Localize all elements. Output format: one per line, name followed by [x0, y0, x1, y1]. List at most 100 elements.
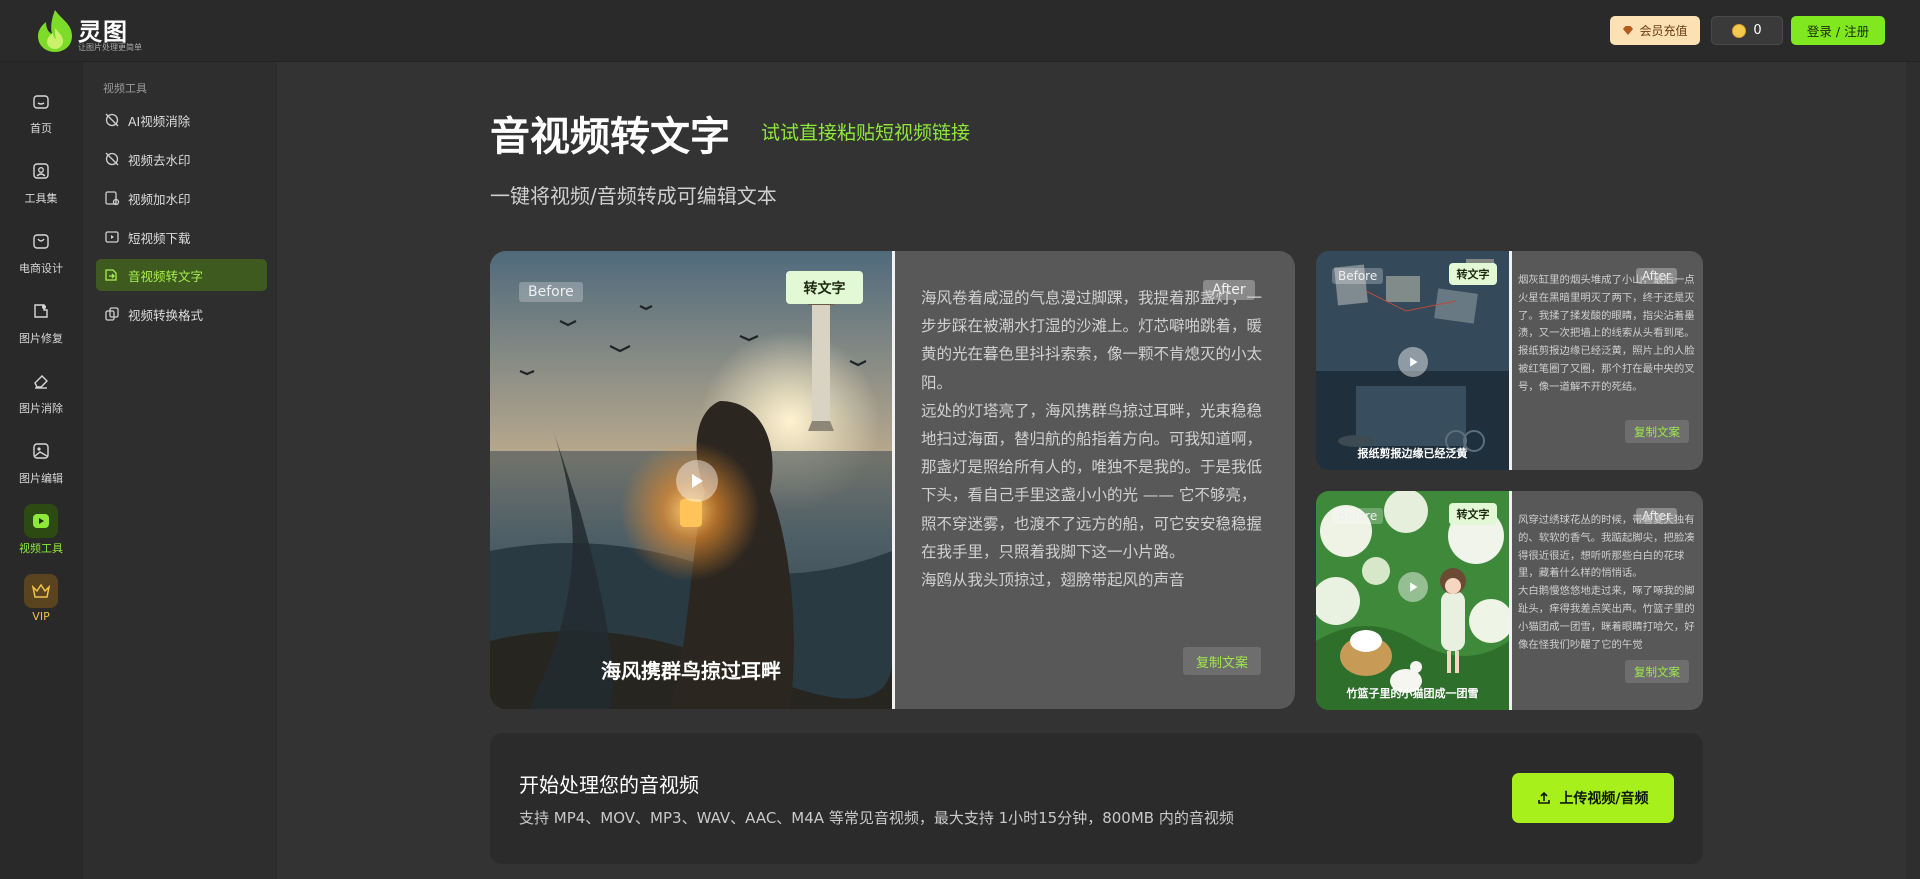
page-title: 音视频转文字	[490, 114, 730, 160]
remove-watermark-icon	[105, 152, 119, 166]
transcript-paragraph: 海鸥从我头顶掠过，翅膀带起风的声音	[921, 571, 1185, 590]
subnav-item-ai-erase[interactable]: AI视频消除	[96, 104, 267, 136]
compare-divider[interactable]	[1509, 251, 1512, 470]
logo[interactable]: 灵图 让图片处理更简单	[34, 8, 144, 54]
subnav-label: 视频加水印	[128, 191, 191, 207]
subnav-item-transcribe[interactable]: 音视频转文字	[96, 259, 267, 291]
before-tag: Before	[1332, 268, 1384, 284]
demo-image-garden-girl: Before 转文字 竹篮子里的小猫团成一团雪	[1316, 491, 1509, 710]
subnav-item-convert-format[interactable]: 视频转换格式	[96, 298, 267, 330]
transcribe-tag: 转文字	[1449, 503, 1497, 525]
copy-text-button[interactable]: 复制文案	[1183, 647, 1261, 675]
demo-image-detective-desk: Before 转文字 报纸剪报边缘已经泛黄	[1316, 251, 1509, 470]
login-register-button[interactable]: 登录 / 注册	[1791, 16, 1885, 45]
before-tag: Before	[519, 282, 583, 302]
play-icon	[1409, 357, 1417, 367]
upload-button-label: 上传视频/音频	[1559, 791, 1649, 807]
coin-balance-button[interactable]: 0	[1711, 16, 1783, 45]
play-button[interactable]	[1398, 347, 1428, 377]
upload-description: 支持 MP4、MOV、MP3、WAV、AAC、M4A 等常见音视频，最大支持 1…	[519, 809, 1234, 827]
upload-title: 开始处理您的音视频	[519, 773, 699, 797]
rail-label: 电商设计	[19, 262, 63, 275]
play-button[interactable]	[1398, 572, 1428, 602]
rail-label: 图片修复	[19, 332, 63, 345]
shopping-bag-icon	[24, 224, 58, 258]
rail-item-toolbox[interactable]: 工具集	[0, 154, 82, 210]
subnav-title: 视频工具	[103, 82, 147, 95]
transcript-paragraph: 海风卷着咸湿的气息漫过脚踝，我提着那盏灯，一步步踩在被潮水打湿的沙滩上。灯芯噼啪…	[921, 289, 1263, 392]
eraser-icon	[24, 364, 58, 398]
toolbox-icon	[24, 154, 58, 188]
rail-item-video-tools[interactable]: 视频工具	[0, 504, 82, 560]
subnav-label: AI视频消除	[128, 113, 191, 129]
top-bar: 灵图 让图片处理更简单 会员充值 0 登录 / 注册	[0, 0, 1920, 62]
coin-count: 0	[1753, 23, 1762, 38]
compare-divider[interactable]	[892, 251, 895, 709]
upload-icon	[1538, 791, 1551, 804]
paste-link-hint[interactable]: 试试直接粘贴短视频链接	[761, 118, 970, 145]
page-subtitle: 一键将视频/音频转成可编辑文本	[490, 184, 777, 208]
copy-text-button[interactable]: 复制文案	[1625, 660, 1689, 683]
transcript-paragraph: 大白鹅慢悠悠地走过来，啄了啄我的脚趾头，痒得我差点笑出声。竹篮子里的小猫团成一团…	[1518, 585, 1695, 651]
image-repair-icon	[24, 294, 58, 328]
demo-card-small-2: Before 转文字 竹篮子里的小猫团成一团雪 After 风穿过绣球花丛的时候…	[1316, 491, 1703, 710]
rail-item-image-erase[interactable]: 图片消除	[0, 364, 82, 420]
demo-image-lighthouse: Before 转文字 海风携群鸟掠过耳畔	[490, 251, 892, 709]
crown-icon	[24, 574, 58, 608]
left-rail: 首页 工具集 电商设计 图片修复 图片消除 图片编辑 视频工具 VIP	[0, 62, 82, 879]
rail-item-image-edit[interactable]: 图片编辑	[0, 434, 82, 490]
rail-label: VIP	[32, 610, 50, 623]
vip-recharge-label: 会员充值	[1639, 24, 1688, 38]
transcript-paragraph: 烟灰缸里的烟头堆成了小山，最后一点火星在黑暗里明灭了两下，终于还是灭了。我揉了揉…	[1518, 274, 1695, 340]
rail-label: 视频工具	[19, 542, 63, 555]
sub-nav: 视频工具 AI视频消除 视频去水印 视频加水印 短视频下载 音视频转文字 视频转…	[82, 62, 277, 879]
compare-divider[interactable]	[1509, 491, 1512, 710]
rail-item-home[interactable]: 首页	[0, 84, 82, 140]
rail-label: 首页	[30, 122, 52, 135]
video-icon	[24, 504, 58, 538]
video-download-icon	[105, 231, 119, 243]
play-button[interactable]	[676, 460, 718, 502]
subnav-item-add-watermark[interactable]: 视频加水印	[96, 182, 267, 214]
transcript-text: 烟灰缸里的烟头堆成了小山，最后一点火星在黑暗里明灭了两下，终于还是灭了。我揉了揉…	[1518, 272, 1696, 397]
transcript-text: 海风卷着咸湿的气息漫过脚踝，我提着那盏灯，一步步踩在被潮水打湿的沙滩上。灯芯噼啪…	[921, 284, 1271, 594]
image-edit-icon	[24, 434, 58, 468]
page-scrollbar[interactable]	[1906, 62, 1920, 879]
copy-text-button[interactable]: 复制文案	[1625, 420, 1689, 443]
vip-recharge-button[interactable]: 会员充值	[1610, 16, 1700, 45]
transcript-text: 风穿过绣球花丛的时候，带着夏天独有的、软软的香气。我踮起脚尖，把脸凑得很近很近，…	[1518, 512, 1696, 654]
home-icon	[24, 84, 58, 118]
transcript-paragraph: 远处的灯塔亮了，海风携群鸟掠过耳畔，光束稳稳地扫过海面，替归航的船指着方向。可我…	[921, 401, 1263, 561]
transcribe-icon	[105, 269, 117, 281]
subnav-label: 短视频下载	[128, 230, 191, 246]
rail-item-image-repair[interactable]: 图片修复	[0, 294, 82, 350]
video-caption: 竹篮子里的小猫团成一团雪	[1346, 687, 1479, 700]
rail-label: 图片编辑	[19, 472, 63, 485]
video-caption: 海风携群鸟掠过耳畔	[601, 659, 781, 683]
rail-item-vip[interactable]: VIP	[0, 574, 82, 630]
coin-icon	[1732, 23, 1747, 38]
transcript-paragraph: 报纸剪报边缘已经泛黄，照片上的人脸被红笔圈了又圈，那个打在最中央的叉号，像一道解…	[1518, 345, 1695, 393]
upload-panel: 开始处理您的音视频 支持 MP4、MOV、MP3、WAV、AAC、M4A 等常见…	[490, 733, 1703, 864]
rail-item-ecommerce[interactable]: 电商设计	[0, 224, 82, 280]
brand-slogan: 让图片处理更简单	[78, 43, 142, 52]
before-tag: Before	[1332, 508, 1384, 524]
diamond-icon	[1623, 26, 1634, 35]
convert-format-icon	[105, 307, 119, 321]
ai-eraser-icon	[105, 113, 119, 127]
subnav-label: 音视频转文字	[128, 268, 204, 284]
rail-label: 工具集	[24, 192, 58, 205]
transcribe-tag: 转文字	[1449, 263, 1497, 285]
subnav-label: 视频转换格式	[128, 307, 204, 323]
upload-button[interactable]: 上传视频/音频	[1512, 773, 1674, 823]
rail-label: 图片消除	[19, 402, 63, 415]
demo-card-small-1: Before 转文字 报纸剪报边缘已经泛黄 After 烟灰缸里的烟头堆成了小山…	[1316, 251, 1703, 470]
play-icon	[1409, 582, 1417, 592]
add-watermark-icon	[105, 191, 120, 206]
subnav-item-remove-watermark[interactable]: 视频去水印	[96, 143, 267, 175]
subnav-item-video-download[interactable]: 短视频下载	[96, 221, 267, 253]
demo-card-main: Before 转文字 海风携群鸟掠过耳畔 After 海风卷着咸湿的气息漫过脚踝…	[490, 251, 1295, 709]
video-caption: 报纸剪报边缘已经泛黄	[1357, 447, 1468, 460]
subnav-label: 视频去水印	[128, 152, 191, 168]
transcript-paragraph: 风穿过绣球花丛的时候，带着夏天独有的、软软的香气。我踮起脚尖，把脸凑得很近很近，…	[1518, 514, 1695, 580]
